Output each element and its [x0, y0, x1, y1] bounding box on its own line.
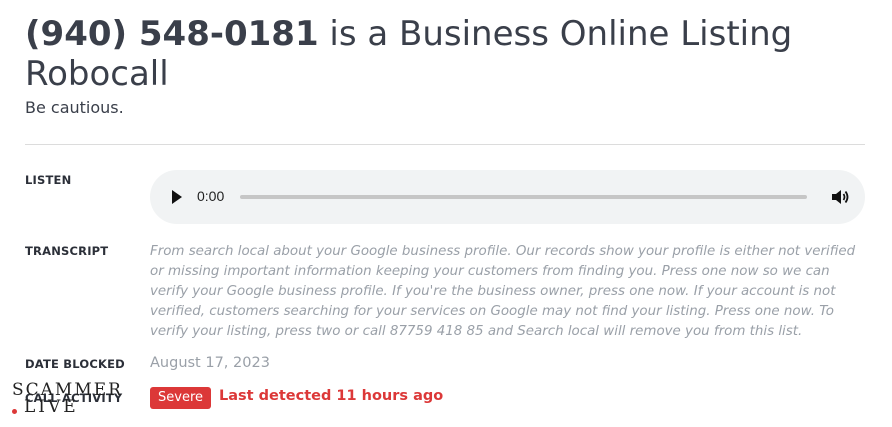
date-blocked-label: DATE BLOCKED [25, 357, 125, 371]
divider [25, 144, 865, 145]
volume-icon[interactable] [830, 188, 850, 206]
audio-player[interactable]: 0:00 [150, 170, 865, 224]
audio-time: 0:00 [197, 188, 225, 204]
page-title: (940) 548-0181 is a Business Online List… [25, 14, 865, 94]
logo-dot [12, 409, 17, 414]
scammer-live-logo: SCAMMER LIVE [10, 380, 121, 420]
severity-badge: Severe [150, 387, 211, 409]
subtitle: Be cautious. [25, 98, 124, 117]
transcript-label: TRANSCRIPT [25, 244, 109, 258]
last-detected-text: Last detected 11 hours ago [219, 388, 444, 404]
transcript-text: From search local about your Google busi… [150, 244, 856, 339]
phone-number: (940) 548-0181 [25, 14, 319, 54]
date-blocked-value: August 17, 2023 [150, 355, 270, 371]
audio-progress-track[interactable] [240, 195, 807, 199]
listen-label: LISTEN [25, 173, 72, 187]
play-icon[interactable] [172, 190, 182, 204]
logo-line2: LIVE [24, 397, 79, 417]
